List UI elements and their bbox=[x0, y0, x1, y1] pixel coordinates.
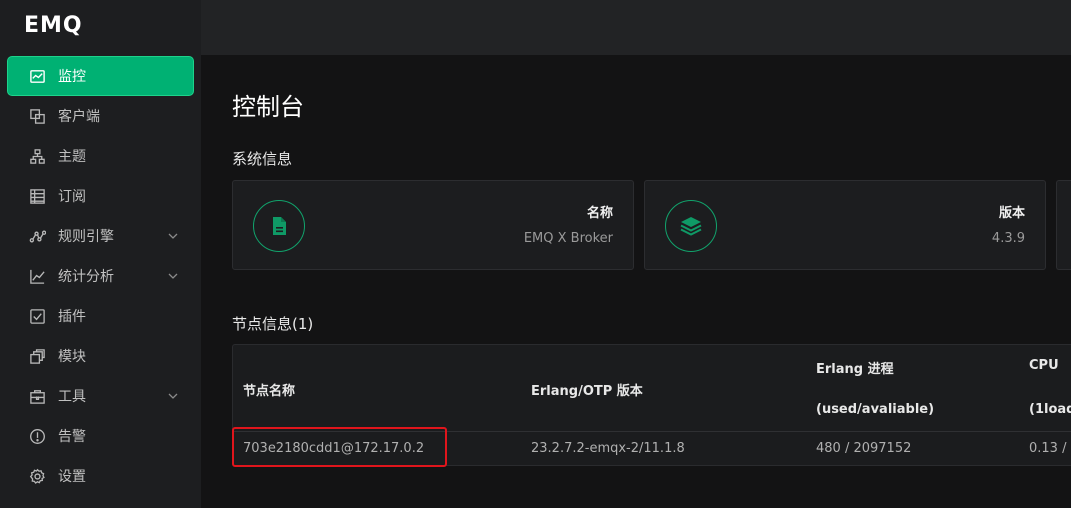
sidebar-item-label: 监控 bbox=[58, 69, 86, 85]
sidebar-item-modules[interactable]: 模块 bbox=[8, 336, 193, 376]
sidebar: EMQ 监控 客户端 主题 订阅 规则引擎 统计分析 插件 模块 工具 告警 设… bbox=[0, 0, 201, 508]
modules-icon bbox=[28, 347, 46, 365]
monitor-icon bbox=[28, 67, 46, 85]
sidebar-item-alarm[interactable]: 告警 bbox=[8, 416, 193, 456]
topics-icon bbox=[28, 147, 46, 165]
col-node-name: 节点名称 bbox=[243, 384, 296, 399]
sidebar-item-label: 插件 bbox=[58, 309, 86, 325]
sidebar-item-label: 订阅 bbox=[58, 189, 86, 205]
plugins-icon bbox=[28, 307, 46, 325]
chevron-down-icon bbox=[168, 273, 178, 279]
col-erlang-processes: Erlang 进程 bbox=[816, 362, 894, 377]
rule-engine-icon bbox=[28, 227, 46, 245]
chevron-down-icon bbox=[168, 393, 178, 399]
sidebar-item-subscriptions[interactable]: 订阅 bbox=[8, 176, 193, 216]
sidebar-item-clients[interactable]: 客户端 bbox=[8, 96, 193, 136]
sidebar-item-analytics[interactable]: 统计分析 bbox=[8, 256, 193, 296]
col-cpu-sub: (1load/5load/15load) bbox=[1029, 402, 1071, 417]
card-label: 版本 bbox=[998, 206, 1025, 221]
card-label: 名称 bbox=[586, 206, 613, 221]
card-value: EMQ X Broker bbox=[523, 231, 613, 246]
sidebar-item-label: 工具 bbox=[58, 389, 86, 405]
analytics-icon bbox=[28, 267, 46, 285]
subscriptions-icon bbox=[28, 187, 46, 205]
cell-cpu: 0.13 / 0.13 / 0.10 bbox=[1029, 441, 1071, 456]
emq-logo[interactable]: EMQ bbox=[24, 10, 83, 40]
col-otp-version: Erlang/OTP 版本 bbox=[531, 384, 643, 399]
node-name-highlight-box bbox=[232, 427, 447, 467]
system-info-title: 系统信息 bbox=[232, 150, 293, 168]
sidebar-item-plugins[interactable]: 插件 bbox=[8, 296, 193, 336]
sidebar-item-settings[interactable]: 设置 bbox=[8, 456, 193, 496]
broker-version-card: 版本 4.3.9 bbox=[644, 180, 1046, 270]
sidebar-item-label: 模块 bbox=[58, 349, 86, 365]
document-icon bbox=[253, 200, 305, 252]
logo-text: EMQ bbox=[24, 12, 83, 38]
chevron-down-icon bbox=[168, 233, 178, 239]
sidebar-item-rule-engine[interactable]: 规则引擎 bbox=[8, 216, 193, 256]
alarm-icon bbox=[28, 427, 46, 445]
sidebar-item-label: 设置 bbox=[58, 469, 86, 485]
sidebar-item-label: 主题 bbox=[58, 149, 86, 165]
node-info-title: 节点信息(1) bbox=[232, 315, 314, 333]
clients-icon bbox=[28, 107, 46, 125]
sidebar-item-label: 告警 bbox=[58, 429, 86, 445]
col-cpu: CPU bbox=[1029, 358, 1059, 373]
tools-icon bbox=[28, 387, 46, 405]
broker-name-card: 名称 EMQ X Broker bbox=[232, 180, 634, 270]
system-info-card-partial bbox=[1056, 180, 1071, 270]
table-header: 节点名称 Erlang/OTP 版本 Erlang 进程 (used/avali… bbox=[233, 345, 1071, 432]
gear-icon bbox=[28, 467, 46, 485]
cell-processes: 480 / 2097152 bbox=[816, 441, 912, 456]
sidebar-item-label: 规则引擎 bbox=[58, 229, 114, 245]
page-title: 控制台 bbox=[232, 93, 304, 121]
layers-icon bbox=[665, 200, 717, 252]
sidebar-item-label: 统计分析 bbox=[58, 269, 114, 285]
cell-otp-version: 23.2.7.2-emqx-2/11.1.8 bbox=[531, 441, 685, 456]
top-bar bbox=[201, 0, 1071, 55]
sidebar-item-monitor[interactable]: 监控 bbox=[8, 57, 193, 95]
sidebar-item-tools[interactable]: 工具 bbox=[8, 376, 193, 416]
sidebar-item-label: 客户端 bbox=[58, 109, 100, 125]
sidebar-menu: 监控 客户端 主题 订阅 规则引擎 统计分析 插件 模块 工具 告警 设置 bbox=[0, 56, 201, 496]
card-value: 4.3.9 bbox=[991, 231, 1025, 246]
col-erlang-processes-sub: (used/avaliable) bbox=[816, 402, 935, 417]
sidebar-item-topics[interactable]: 主题 bbox=[8, 136, 193, 176]
